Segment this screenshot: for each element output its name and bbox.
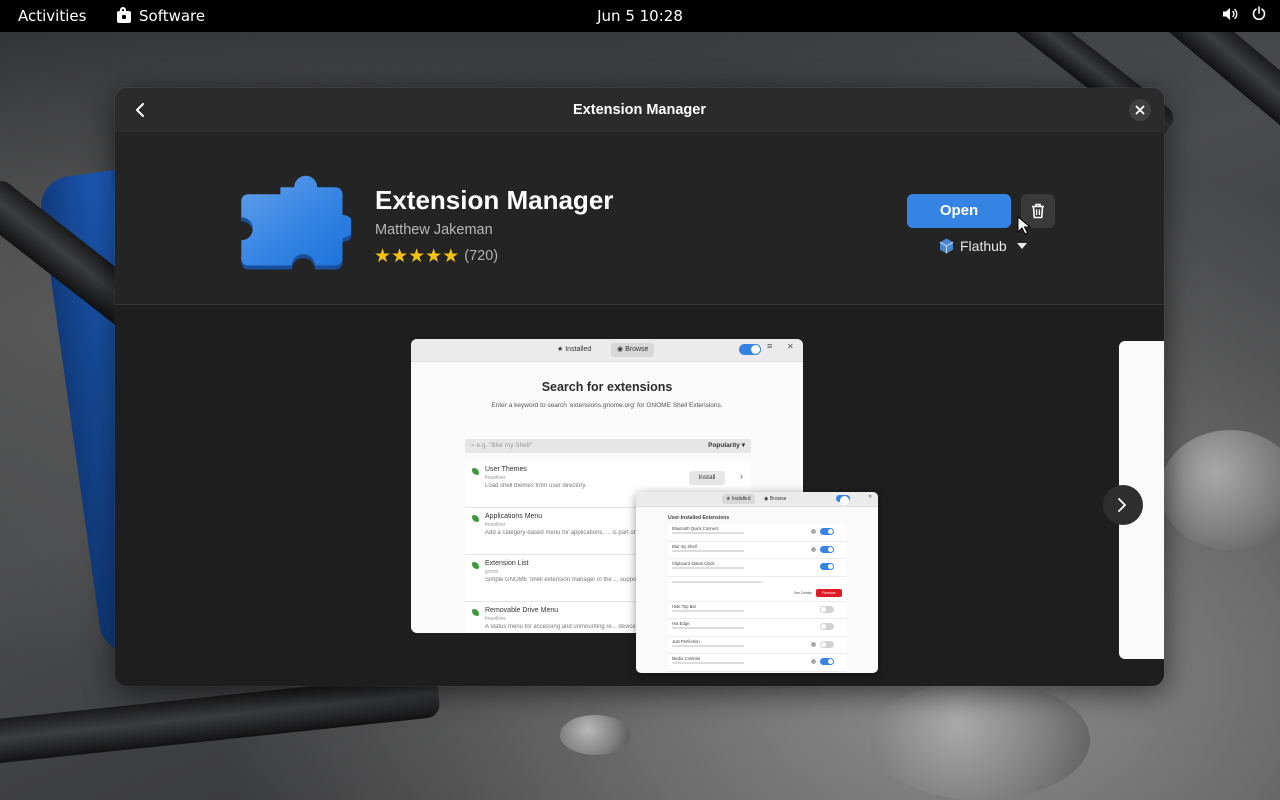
extension-icon bbox=[472, 468, 479, 475]
software-window: Extension Manager Extension Manager Matt… bbox=[115, 88, 1164, 686]
star-icon: ★ bbox=[425, 245, 443, 267]
screenshot-carousel[interactable]: ★ Installed ◉ Browse ≡ ✕ Search for exte… bbox=[115, 305, 1164, 686]
screenshot-toggle bbox=[739, 344, 761, 355]
screenshot-section-title: User-Installed Extensions bbox=[668, 515, 730, 521]
star-icon: ★ bbox=[374, 245, 392, 267]
trash-icon bbox=[1032, 203, 1044, 219]
close-button[interactable] bbox=[1129, 99, 1151, 121]
list-item: See Details Remove bbox=[668, 576, 846, 602]
screenshot-list: Bluetooth Quick Connect Blur my Shell Cl… bbox=[668, 524, 846, 672]
wallpaper-shape bbox=[1160, 430, 1280, 550]
wallpaper-shape bbox=[0, 672, 441, 772]
developer-name: Matthew Jakeman bbox=[375, 222, 493, 238]
wallpaper-shape bbox=[560, 715, 630, 755]
screenshot-tab: ★ Installed bbox=[722, 494, 755, 504]
rating: ★ ★ ★ ★ ★ (720) bbox=[374, 246, 498, 266]
search-icon: ⌕ bbox=[471, 442, 475, 449]
star-icon: ★ bbox=[442, 245, 460, 267]
app-menu[interactable]: Software bbox=[117, 0, 205, 32]
software-bag-icon bbox=[117, 7, 131, 23]
window-title: Extension Manager bbox=[573, 102, 706, 118]
power-icon bbox=[1252, 0, 1266, 32]
close-icon bbox=[1135, 105, 1145, 115]
star-icon: ★ bbox=[408, 245, 426, 267]
extension-icon bbox=[472, 562, 479, 569]
screenshot-title: Search for extensions bbox=[541, 380, 673, 394]
open-button[interactable]: Open bbox=[907, 194, 1011, 228]
top-bar: Activities Software Jun 5 10:28 bbox=[0, 0, 1280, 32]
activities-button[interactable]: Activities bbox=[18, 0, 86, 32]
extension-icon bbox=[472, 609, 479, 616]
close-icon: ✕ bbox=[868, 494, 873, 500]
rating-count: (720) bbox=[464, 248, 499, 264]
chevron-right-icon bbox=[1118, 498, 1126, 512]
system-status-menu[interactable] bbox=[1222, 0, 1266, 32]
list-item: Just Perfection bbox=[668, 636, 846, 654]
list-item: Blur my Shell bbox=[668, 541, 846, 559]
app-menu-label: Software bbox=[139, 7, 206, 25]
screenshot-headerbar: ★ Installed ◉ Browse ≡ ✕ bbox=[411, 339, 803, 362]
puzzle-piece-icon bbox=[241, 175, 351, 270]
close-icon: ✕ bbox=[787, 342, 794, 351]
app-name: Extension Manager bbox=[375, 185, 614, 215]
chevron-down-icon bbox=[1016, 243, 1027, 249]
header-bar: Extension Manager bbox=[115, 88, 1164, 132]
screenshot-tab: ◉ Browse bbox=[611, 343, 655, 357]
screenshot-headerbar: ★ Installed ◉ Browse ✕ bbox=[636, 492, 878, 507]
wallpaper-shape bbox=[870, 680, 1090, 800]
mouse-pointer-icon bbox=[1017, 216, 1031, 235]
list-item: Bluetooth Quick Connect bbox=[668, 524, 846, 542]
source-label: Flathub bbox=[960, 238, 1007, 254]
list-item: Media Controls bbox=[668, 654, 846, 672]
screenshot-image-overlay: ★ Installed ◉ Browse ✕ User-Installed Ex… bbox=[636, 492, 878, 673]
menu-icon: ≡ bbox=[767, 341, 773, 351]
flathub-icon bbox=[939, 238, 954, 254]
screenshot-tab: ★ Installed bbox=[557, 346, 592, 353]
source-selector[interactable]: Flathub bbox=[939, 238, 1027, 254]
volume-icon bbox=[1222, 0, 1238, 32]
screenshot-toggle bbox=[836, 495, 850, 505]
screenshot-search: ⌕ e.g. "Blur my Shell" Popularity ▾ bbox=[465, 439, 751, 453]
star-icon: ★ bbox=[391, 245, 409, 267]
screenshot-tab: ◉ Browse bbox=[764, 496, 787, 502]
screenshot-subtitle: Enter a keyword to search 'extensions.gn… bbox=[491, 402, 723, 409]
list-item: Clipboard Status Clock bbox=[668, 559, 846, 577]
extension-icon bbox=[472, 515, 479, 522]
next-screenshot-button[interactable] bbox=[1103, 485, 1143, 525]
clock[interactable]: Jun 5 10:28 bbox=[597, 7, 683, 25]
app-details-header: Extension Manager Matthew Jakeman ★ ★ ★ … bbox=[115, 132, 1164, 305]
list-item: Hot Edge bbox=[668, 619, 846, 637]
list-item: Hide Top Bar bbox=[668, 601, 846, 619]
